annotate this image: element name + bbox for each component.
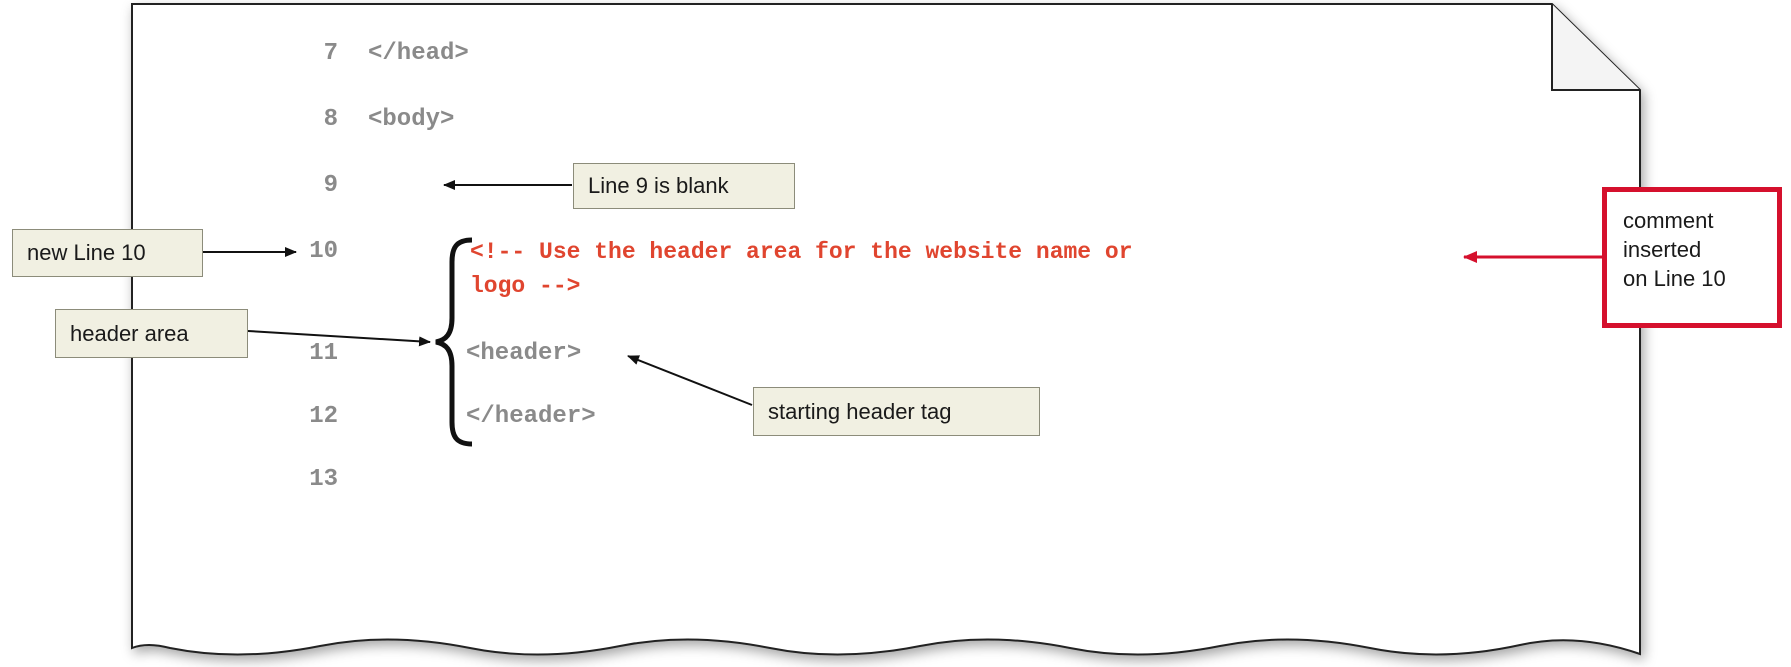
- comment-inserted-line-3: on Line 10: [1623, 266, 1726, 291]
- line-number-10: 10: [309, 238, 338, 265]
- code-line-11: <header>: [466, 340, 582, 367]
- code-line-12: </header>: [466, 403, 596, 430]
- comment-inserted-line-1: comment: [1623, 208, 1714, 233]
- figure: 7 8 9 10 11 12 13 </head> <body> <!-- Us…: [0, 0, 1791, 667]
- callout-line9-blank: Line 9 is blank: [573, 163, 795, 209]
- line-number-13: 13: [309, 466, 338, 493]
- line-number-11: 11: [309, 340, 338, 367]
- line-number-9: 9: [323, 172, 338, 199]
- code-line-10-comment: <!-- Use the header area for the website…: [470, 239, 1133, 265]
- line-number-12: 12: [309, 403, 338, 430]
- comment-inserted-line-2: inserted: [1623, 237, 1702, 262]
- code-line-10-continuation: logo -->: [470, 273, 581, 299]
- line-number-7: 7: [323, 40, 338, 67]
- code-line-7: </head>: [368, 40, 469, 67]
- code-line-8: <body>: [368, 106, 455, 133]
- callout-header-area: header area: [55, 309, 248, 358]
- callout-comment-inserted: comment inserted on Line 10: [1602, 187, 1782, 328]
- page-art: [131, 3, 1641, 656]
- paper-sheet: [131, 3, 1641, 656]
- callout-new-line10: new Line 10: [12, 229, 203, 277]
- callout-starting-header-tag: starting header tag: [753, 387, 1040, 436]
- line-number-8: 8: [323, 106, 338, 133]
